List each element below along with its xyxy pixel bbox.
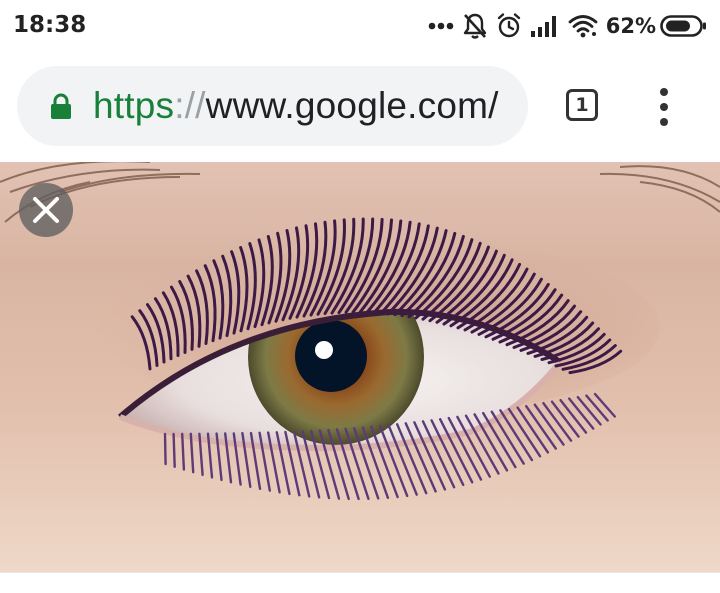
wifi-icon: [568, 15, 598, 38]
close-button[interactable]: [19, 183, 73, 237]
notifications-off-icon: [463, 13, 486, 39]
battery-percent: 62%: [605, 14, 656, 38]
lock-icon: [51, 93, 71, 119]
lower-lash: [172, 432, 176, 468]
browser-toolbar: https://www.google.com/ 1: [0, 52, 720, 162]
url-host: www.google.com/: [205, 85, 499, 126]
battery-icon: [660, 15, 706, 37]
status-icons: 62%: [420, 10, 708, 42]
eye-photo: [0, 162, 720, 572]
image-viewer: [0, 162, 720, 572]
url-text[interactable]: https://www.google.com/: [93, 85, 499, 127]
url-separator: ://: [174, 85, 206, 126]
close-icon: [33, 197, 59, 223]
status-time: 18:38: [13, 12, 87, 38]
status-bar: 18:38 62%: [0, 0, 720, 52]
bottom-bar: [0, 572, 720, 593]
more-dots-icon: [428, 22, 454, 30]
lower-lash: [181, 432, 186, 471]
tab-count: 1: [575, 94, 589, 116]
lower-lash: [163, 432, 167, 466]
more-options-menu-icon[interactable]: [654, 88, 674, 126]
tab-switcher-button[interactable]: 1: [566, 89, 598, 121]
url-scheme: https: [93, 85, 175, 126]
alarm-icon: [497, 13, 520, 38]
signal-icon: [530, 16, 556, 37]
url-bar[interactable]: https://www.google.com/: [17, 66, 528, 146]
